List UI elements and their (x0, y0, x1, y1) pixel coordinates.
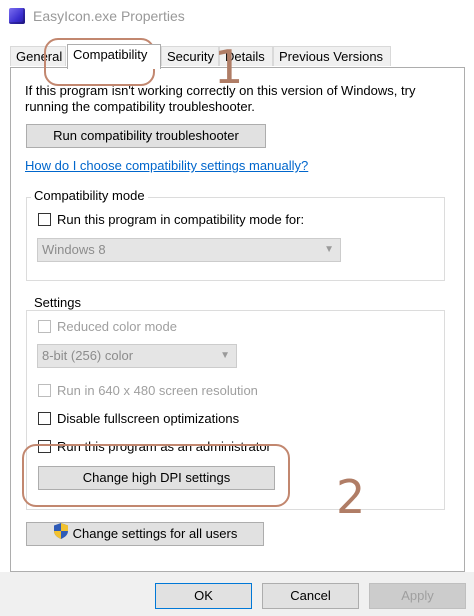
chevron-down-icon: ▼ (220, 350, 230, 361)
compatibility-mode-title: Compatibility mode (31, 188, 148, 203)
compatibility-mode-label: Run this program in compatibility mode f… (57, 212, 305, 227)
compatibility-os-select[interactable]: Windows 8 ▼ (37, 238, 341, 262)
reduced-color-checkbox[interactable] (38, 320, 51, 333)
reduced-color-label: Reduced color mode (57, 319, 177, 334)
resolution-checkbox[interactable] (38, 384, 51, 397)
uac-shield-icon (54, 523, 68, 539)
annotation-highlight-2 (22, 444, 290, 507)
fullscreen-optimizations-label: Disable fullscreen optimizations (57, 411, 240, 426)
tab-previous-versions[interactable]: Previous Versions (273, 46, 391, 66)
cancel-button[interactable]: Cancel (262, 583, 359, 609)
window-title: EasyIcon.exe Properties (33, 8, 185, 24)
fullscreen-optimizations-checkbox[interactable] (38, 412, 51, 425)
tab-compatibility[interactable]: Compatibility (67, 44, 161, 69)
ok-button[interactable]: OK (155, 583, 252, 609)
annotation-number-1: 1 (214, 40, 244, 94)
color-depth-select[interactable]: 8-bit (256) color ▼ (37, 344, 237, 368)
tab-security[interactable]: Security (161, 46, 219, 66)
resolution-label: Run in 640 x 480 screen resolution (57, 383, 258, 398)
run-troubleshooter-button[interactable]: Run compatibility troubleshooter (26, 124, 266, 148)
annotation-number-2: 2 (336, 470, 366, 524)
compatibility-os-value: Windows 8 (42, 242, 106, 257)
compatibility-mode-checkbox[interactable] (38, 213, 51, 226)
color-depth-value: 8-bit (256) color (42, 348, 134, 363)
help-link[interactable]: How do I choose compatibility settings m… (25, 158, 308, 173)
settings-title: Settings (31, 295, 84, 310)
apply-button[interactable]: Apply (369, 583, 466, 609)
chevron-down-icon: ▼ (324, 244, 334, 255)
title-bar: EasyIcon.exe Properties (0, 0, 474, 32)
app-icon (9, 8, 25, 24)
